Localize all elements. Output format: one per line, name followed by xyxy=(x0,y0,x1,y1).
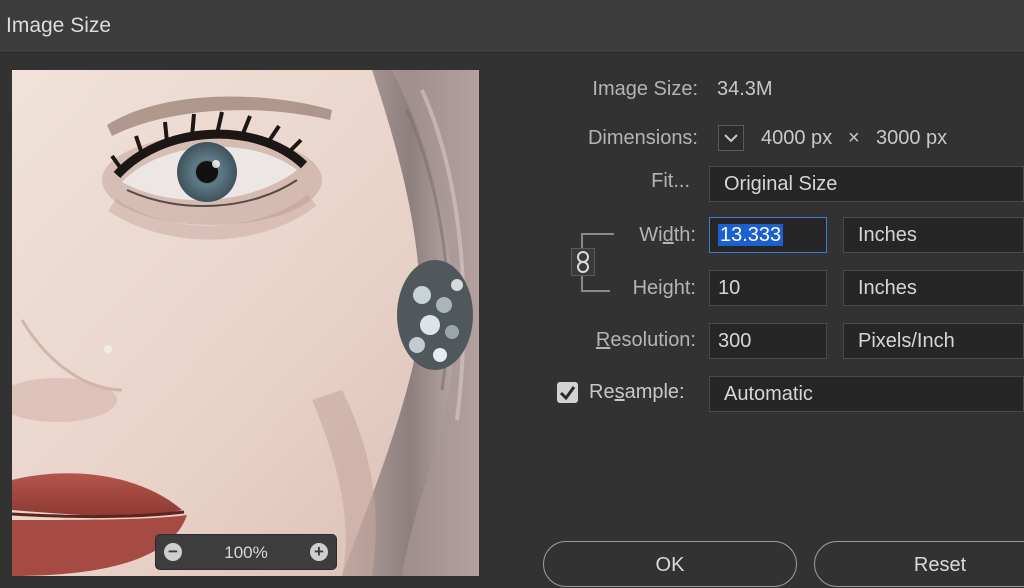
resample-label: Resample: xyxy=(589,381,685,403)
dimensions-dropdown-toggle[interactable] xyxy=(718,125,744,151)
resolution-unit-select[interactable]: Pixels/Inch xyxy=(843,323,1024,359)
image-preview[interactable] xyxy=(12,70,479,576)
width-unit-value: Inches xyxy=(858,224,917,246)
width-input-value: 13.333 xyxy=(718,224,784,246)
zoom-control: 100% − + xyxy=(156,535,336,569)
resolution-input[interactable]: 300 xyxy=(709,323,827,359)
image-size-label: Image Size: xyxy=(592,78,698,100)
image-size-value: 34.3M xyxy=(717,78,773,100)
dimensions-times: × xyxy=(848,127,860,149)
dialog-title: Image Size xyxy=(6,14,112,37)
chain-link-icon xyxy=(577,251,589,273)
fit-label: Fit... xyxy=(651,170,690,192)
chevron-down-icon xyxy=(724,134,738,143)
reset-button-label: Reset xyxy=(913,554,967,576)
height-label: Height: xyxy=(632,277,696,299)
height-input[interactable]: 10 xyxy=(709,270,827,306)
ok-button[interactable]: OK xyxy=(543,541,797,587)
constrain-proportions-toggle[interactable] xyxy=(571,248,595,276)
resample-method-value: Automatic xyxy=(724,383,813,405)
ok-button-label: OK xyxy=(655,554,685,576)
width-unit-select[interactable]: Inches xyxy=(843,217,1024,253)
height-unit-select[interactable]: Inches xyxy=(843,270,1024,306)
dimensions-width: 4000 px xyxy=(761,127,833,149)
width-label: Width: xyxy=(639,224,696,246)
portrait-image xyxy=(12,70,479,576)
resolution-unit-value: Pixels/Inch xyxy=(858,330,955,352)
fit-select-value: Original Size xyxy=(724,173,838,195)
dialog-title-bar: Image Size xyxy=(0,0,1024,53)
height-input-value: 10 xyxy=(718,277,741,299)
zoom-out-icon[interactable]: − xyxy=(164,543,182,561)
resolution-input-value: 300 xyxy=(718,330,752,352)
zoom-level: 100% xyxy=(224,543,268,562)
resample-checkbox[interactable] xyxy=(557,382,578,403)
fit-select[interactable]: Original Size xyxy=(709,166,1024,202)
dimensions-label: Dimensions: xyxy=(587,127,698,149)
reset-button[interactable]: Reset xyxy=(814,541,1024,587)
resample-method-select[interactable]: Automatic xyxy=(709,376,1024,412)
checkmark-icon xyxy=(559,386,576,401)
resolution-label: Resolution: xyxy=(595,329,696,351)
dimensions-height: 3000 px xyxy=(876,127,948,149)
height-unit-value: Inches xyxy=(858,277,917,299)
width-input[interactable]: 13.333 xyxy=(709,217,827,253)
zoom-in-icon[interactable]: + xyxy=(310,543,328,561)
